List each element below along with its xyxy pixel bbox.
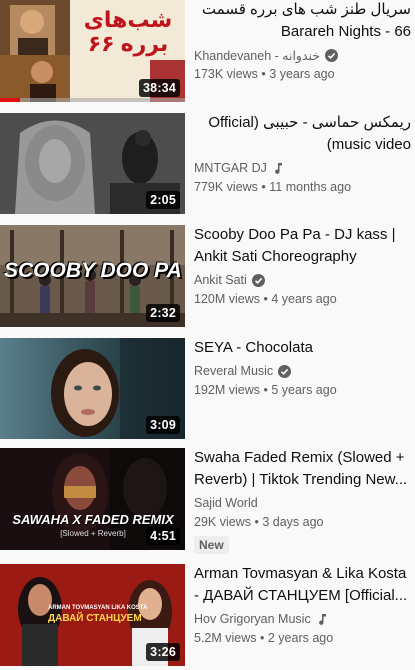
stats-separator: • — [250, 515, 263, 529]
video-thumbnail[interactable]: SAWAHA X FADED REMIX [Slowed + Reverb] 4… — [0, 448, 185, 550]
duration-badge: 2:32 — [146, 304, 180, 322]
video-stats: 779K views • 11 months ago — [194, 178, 411, 196]
video-meta: Scooby Doo Pa Pa - DJ kass | Ankit Sati … — [194, 224, 411, 308]
watch-progress-fill — [0, 98, 21, 102]
channel-name[interactable]: Hov Grigoryan Music — [194, 612, 311, 626]
thumbnail-title-text: ДАВАЙ СТАНЦУЕМ — [48, 613, 142, 624]
video-meta: Arman Tovmasyan & Lika Kosta - ДАВАЙ СТА… — [194, 563, 411, 647]
channel-name[interactable]: Sajid World — [194, 496, 258, 510]
upload-age: 3 years ago — [269, 67, 335, 81]
channel-name[interactable]: Khandevaneh - خندوانه — [194, 48, 320, 63]
video-thumbnail[interactable]: 2:05 — [0, 113, 185, 214]
upload-age: 5 years ago — [271, 383, 337, 397]
thumbnail-subtitle-text: [Slowed + Reverb] — [60, 529, 126, 538]
duration-badge: 2:05 — [146, 191, 180, 209]
channel-row[interactable]: Khandevaneh - خندوانه — [194, 46, 411, 64]
duration-badge: 4:51 — [146, 527, 180, 545]
view-count: 29K views — [194, 515, 251, 529]
verified-check-icon — [325, 48, 339, 62]
upload-age: 4 years ago — [271, 292, 337, 306]
channel-name[interactable]: MNTGAR DJ — [194, 161, 267, 175]
upload-age: 11 months ago — [269, 180, 352, 194]
stats-separator: • — [256, 631, 268, 645]
video-item[interactable]: ARMAN TOVMASYAN LIKA KOSTA ДАВАЙ СТАНЦУЕ… — [0, 564, 415, 666]
video-stats: 173K views • 3 years ago — [194, 65, 411, 83]
music-note-icon — [318, 613, 326, 625]
view-count: 120M views — [194, 292, 260, 306]
channel-row[interactable]: Ankit Sati — [194, 271, 411, 289]
duration-badge: 38:34 — [139, 79, 180, 97]
video-item[interactable]: 3:09 SEYA - Chocolata Reveral Music 192M… — [0, 338, 415, 439]
video-thumbnail[interactable]: 3:09 — [0, 338, 185, 439]
video-stats: 29K views • 3 days ago — [194, 513, 411, 531]
thumbnail-title-text: SAWAHA X FADED REMIX — [12, 512, 174, 527]
video-item[interactable]: SCOOBY DOO PA PA 2:32 Scooby Doo Pa Pa -… — [0, 225, 415, 327]
upload-age: 3 days ago — [262, 515, 324, 529]
video-meta: سریال طنز شب های برره قسمت 66 - Barareh … — [194, 0, 411, 83]
duration-badge: 3:09 — [146, 416, 180, 434]
video-thumbnail[interactable]: SCOOBY DOO PA PA 2:32 — [0, 225, 185, 327]
verified-check-icon — [251, 273, 265, 287]
video-stats: 120M views • 4 years ago — [194, 290, 411, 308]
channel-row[interactable]: Reveral Music — [194, 362, 411, 380]
upload-age: 2 years ago — [267, 631, 334, 645]
video-item[interactable]: SAWAHA X FADED REMIX [Slowed + Reverb] 4… — [0, 448, 415, 554]
music-note-icon — [275, 162, 282, 174]
video-title[interactable]: سریال طنز شب های برره قسمت 66 - Barareh … — [194, 0, 411, 43]
view-count: 173K views — [194, 67, 258, 81]
view-count: 192M views — [194, 383, 260, 397]
video-title[interactable]: Arman Tovmasyan & Lika Kosta - ДАВАЙ СТА… — [194, 563, 411, 607]
video-item[interactable]: 2:05 ریمکس حماسی - حبیبی (Official music… — [0, 113, 415, 214]
view-count: 779K views — [194, 180, 258, 194]
channel-name[interactable]: Ankit Sati — [194, 273, 247, 287]
stats-separator: • — [260, 292, 272, 306]
video-thumbnail[interactable]: شب‌های برره ۶۶ 38:34 — [0, 0, 185, 102]
thumbnail-subtitle-text: ARMAN TOVMASYAN LIKA KOSTA — [48, 605, 148, 611]
video-thumbnail[interactable]: ARMAN TOVMASYAN LIKA KOSTA ДАВАЙ СТАНЦУЕ… — [0, 564, 185, 666]
view-count: 5.2M views — [194, 631, 257, 645]
video-title[interactable]: Swaha Faded Remix (Slowed + Reverb) | Ti… — [194, 447, 411, 491]
channel-name[interactable]: Reveral Music — [194, 364, 273, 378]
video-list: شب‌های برره ۶۶ 38:34 سریال طنز شب های بر… — [0, 0, 415, 670]
video-title[interactable]: SEYA - Chocolata — [194, 337, 411, 359]
video-stats: 192M views • 5 years ago — [194, 381, 411, 399]
stats-separator: • — [257, 67, 270, 81]
video-meta: Swaha Faded Remix (Slowed + Reverb) | Ti… — [194, 447, 411, 554]
video-title[interactable]: ریمکس حماسی - حبیبی (Official music vide… — [194, 112, 411, 156]
thumbnail-title-text: شب‌های برره ۶۶ — [83, 7, 173, 56]
new-badge: New — [194, 536, 229, 554]
video-item[interactable]: شب‌های برره ۶۶ 38:34 سریال طنز شب های بر… — [0, 0, 415, 102]
channel-row[interactable]: MNTGAR DJ — [194, 159, 411, 177]
video-meta: ریمکس حماسی - حبیبی (Official music vide… — [194, 112, 411, 196]
verified-check-icon — [278, 364, 292, 378]
stats-separator: • — [260, 383, 272, 397]
video-title[interactable]: Scooby Doo Pa Pa - DJ kass | Ankit Sati … — [194, 224, 411, 268]
duration-badge: 3:26 — [146, 643, 180, 661]
thumbnail-title-text: SCOOBY DOO PA PA — [4, 259, 185, 282]
video-stats: 5.2M views • 2 years ago — [194, 629, 411, 647]
video-meta: SEYA - Chocolata Reveral Music 192M view… — [194, 337, 411, 399]
stats-separator: • — [257, 180, 270, 194]
watch-progress-bar — [0, 98, 185, 102]
channel-row[interactable]: Sajid World — [194, 494, 411, 512]
channel-row[interactable]: Hov Grigoryan Music — [194, 610, 411, 628]
